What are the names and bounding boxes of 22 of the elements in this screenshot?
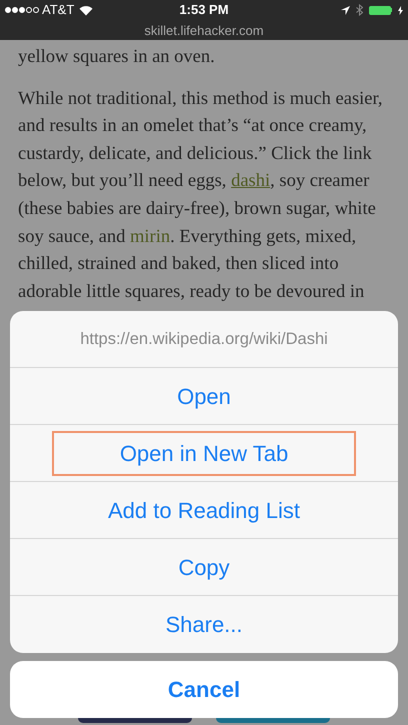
clock-time: 1:53 PM: [179, 1, 229, 20]
wifi-icon: [79, 4, 94, 16]
action-button[interactable]: Copy: [170, 544, 238, 590]
bluetooth-icon: [356, 4, 362, 16]
cancel-button[interactable]: Cancel: [10, 661, 398, 718]
charging-bolt-icon: [398, 6, 403, 14]
carrier-name: AT&T: [42, 1, 74, 20]
signal-icon: [5, 7, 39, 13]
battery-icon: [368, 6, 392, 14]
action-button[interactable]: Share...: [157, 602, 251, 647]
location-arrow-icon: [340, 6, 350, 14]
action-button[interactable]: Add to Reading List: [100, 488, 308, 532]
action-button[interactable]: Open: [169, 374, 239, 418]
article-link[interactable]: mirin: [130, 226, 170, 247]
article-paragraph: yellow squares in an oven.: [18, 46, 216, 69]
partial-button[interactable]: [216, 718, 330, 723]
action-button[interactable]: Open in New Tab: [52, 430, 356, 476]
partial-button[interactable]: [78, 718, 192, 723]
link-url: https://en.wikipedia.org/wiki/Dashi: [80, 328, 328, 350]
article-link[interactable]: dashi: [231, 171, 270, 192]
article-paragraph: While not traditional, this method is much easier, and results in an omelet that’s “at once creamy, custardy, delicate, and delicious.” Click the link below, but you’ll need eggs, dashi, soy creamer (these babies are dairy-free), brown sugar, white soy sauce, and mirin. Everything gets, mixed, chilled, strained and baked, then sliced into adorable little squares, ready to be devoured in: [18, 88, 384, 304]
page-domain[interactable]: skillet.lifehacker.com: [144, 24, 264, 36]
